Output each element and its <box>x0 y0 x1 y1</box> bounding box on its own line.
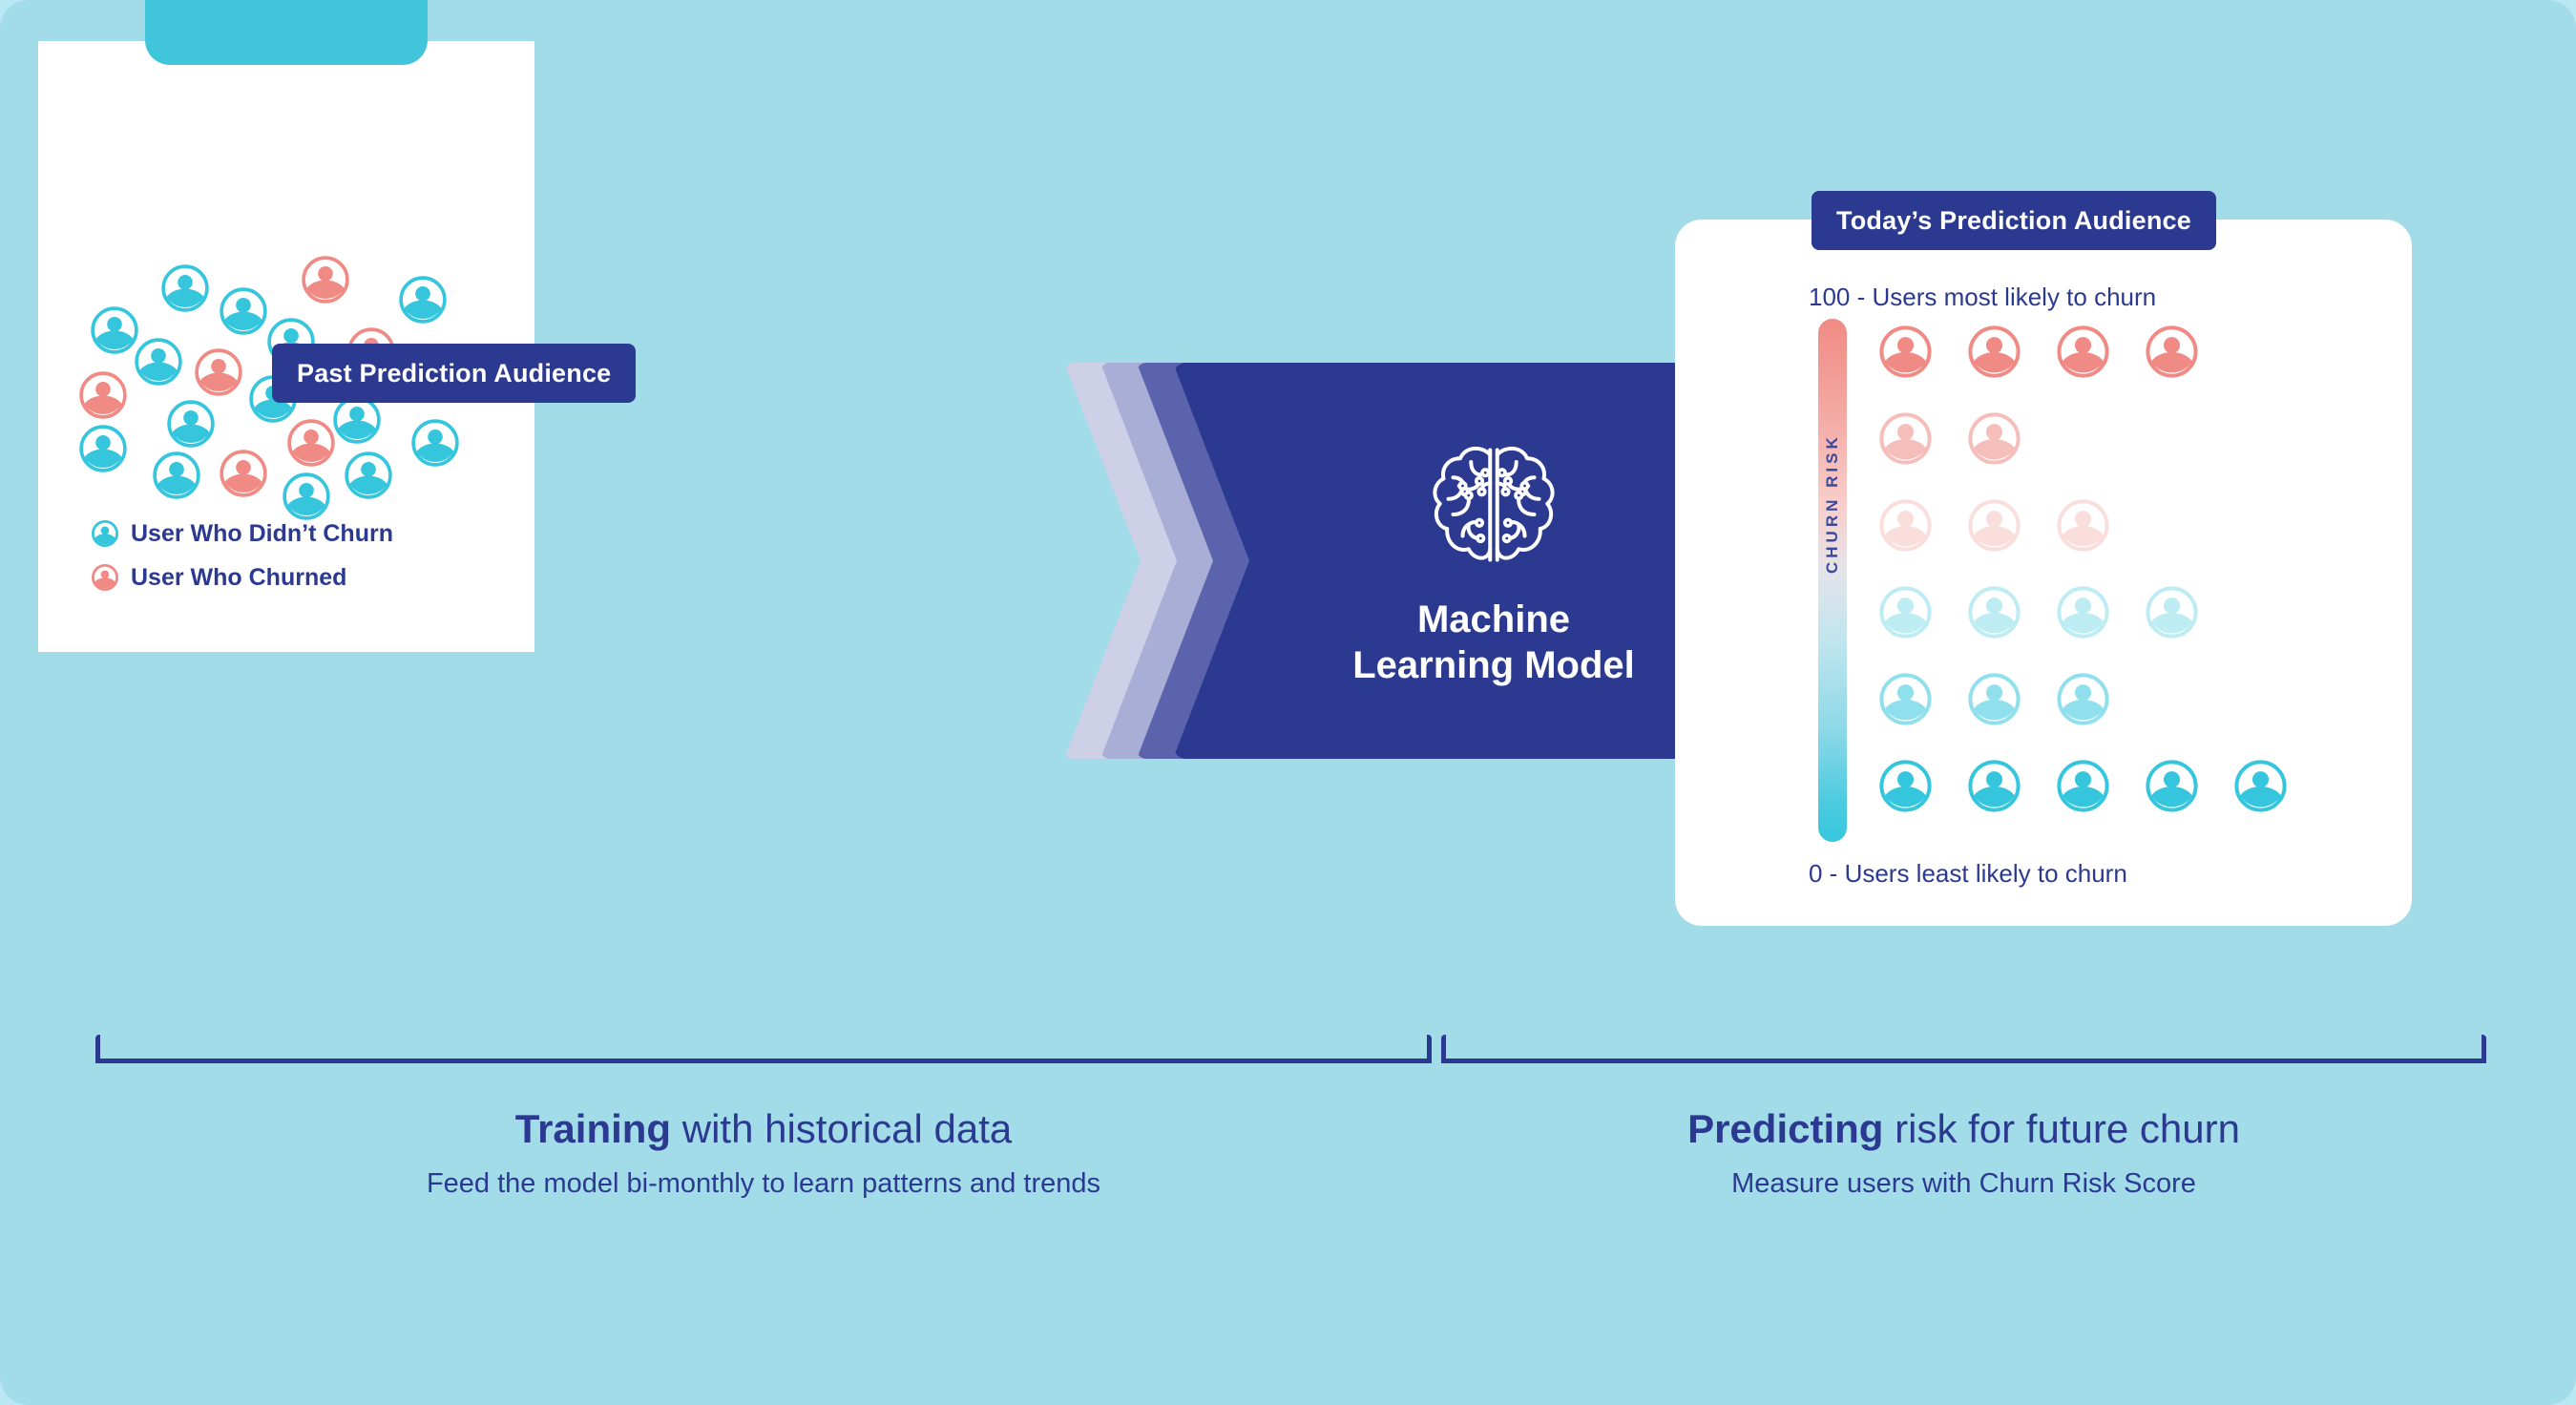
risk-grid-user-icon <box>2145 585 2199 640</box>
caption-predicting-heading-bold: Predicting <box>1687 1106 1884 1151</box>
risk-grid-user-icon <box>1878 498 1933 553</box>
caption-predicting-sub: Measure users with Churn Risk Score <box>1731 1168 2196 1200</box>
scatter-user-icon <box>410 418 460 468</box>
caption-training-heading-bold: Training <box>514 1106 672 1151</box>
risk-grid-user-icon <box>2233 759 2288 813</box>
caption-predicting-heading: Predicting risk for future churn <box>1441 1105 2486 1153</box>
infographic-canvas: User Who Didn’t Churn User Who Churned P… <box>0 0 2576 1405</box>
risk-grid-user-icon <box>1967 759 2021 813</box>
legend-label-no-churn: User Who Didn’t Churn <box>131 519 393 547</box>
risk-grid-user-icon <box>1967 672 2021 726</box>
scatter-user-icon <box>78 424 128 473</box>
risk-grid-user-icon <box>1967 498 2021 553</box>
risk-scale-top-caption: 100 - Users most likely to churn <box>1809 283 2157 311</box>
ml-model-title: Machine Learning Model <box>1352 598 1635 686</box>
scatter-user-icon <box>219 449 268 498</box>
risk-grid-user-icon <box>2145 759 2199 813</box>
bracket-tick-left <box>95 1035 100 1063</box>
risk-grid-user-icon <box>2056 759 2110 813</box>
scatter-user-icon <box>301 255 350 304</box>
bracket-tick-left <box>1441 1035 1446 1063</box>
risk-grid-user-icon <box>1967 411 2021 466</box>
bracket-tick-right <box>1427 1035 1432 1063</box>
scatter-user-icon <box>194 347 243 397</box>
risk-grid-user-icon <box>2056 325 2110 379</box>
scatter-user-icon <box>286 418 336 468</box>
past-prediction-audience-chip: Past Prediction Audience <box>272 344 637 403</box>
risk-scale-bottom-caption: 0 - Users least likely to churn <box>1809 859 2127 888</box>
risk-grid-user-icon <box>1878 672 1933 726</box>
user-icon <box>92 564 118 591</box>
risk-grid-user-icon <box>1967 585 2021 640</box>
churn-risk-gradient-bar <box>1818 319 1847 842</box>
risk-grid-user-icon <box>1878 325 1933 379</box>
bracket-training <box>95 1029 1432 1063</box>
legend-label-churn: User Who Churned <box>131 563 347 591</box>
scatter-user-icon <box>166 399 216 449</box>
scatter-user-icon <box>160 263 210 313</box>
ml-model-label-group: Machine Learning Model <box>1265 363 1723 759</box>
risk-grid-user-icon <box>1967 325 2021 379</box>
bracket-line <box>95 1059 1432 1063</box>
caption-training: Training with historical data Feed the m… <box>95 1105 1432 1200</box>
scatter-user-icon <box>398 275 448 325</box>
caption-training-heading: Training with historical data <box>95 1105 1432 1153</box>
brain-icon <box>1422 433 1565 577</box>
user-icon <box>92 520 118 547</box>
risk-grid-user-icon <box>2056 498 2110 553</box>
machine-learning-model-arrow: Machine Learning Model <box>1064 363 1770 759</box>
risk-grid-user-icon <box>2056 585 2110 640</box>
scatter-user-icon <box>134 337 183 387</box>
risk-grid-user-icon <box>1878 411 1933 466</box>
scatter-user-icon <box>282 472 331 521</box>
bracket-line <box>1441 1059 2486 1063</box>
risk-grid-user-icon <box>2056 672 2110 726</box>
scatter-user-icon <box>344 451 393 500</box>
scatter-user-icon <box>78 370 128 420</box>
risk-grid-user-icon <box>2145 325 2199 379</box>
scatter-user-icon <box>152 451 201 500</box>
caption-predicting: Predicting risk for future churn Measure… <box>1441 1105 2486 1200</box>
clipboard-clip <box>145 0 428 65</box>
legend-row-churn: User Who Churned <box>92 564 346 591</box>
churn-risk-user-grid <box>1878 325 2394 840</box>
caption-predicting-heading-rest: risk for future churn <box>1883 1106 2240 1151</box>
caption-training-heading-rest: with historical data <box>671 1106 1013 1151</box>
bracket-tick-right <box>2482 1035 2486 1063</box>
todays-prediction-audience-chip: Today’s Prediction Audience <box>1812 191 2216 250</box>
churn-risk-axis-label: CHURN RISK <box>1823 433 1842 574</box>
scatter-user-icon <box>90 305 139 355</box>
bracket-predicting <box>1441 1029 2486 1063</box>
legend-row-no-churn: User Who Didn’t Churn <box>92 520 393 547</box>
scatter-user-icon <box>219 286 268 336</box>
risk-grid-user-icon <box>1878 759 1933 813</box>
caption-training-sub: Feed the model bi-monthly to learn patte… <box>426 1168 1101 1200</box>
risk-grid-user-icon <box>1878 585 1933 640</box>
